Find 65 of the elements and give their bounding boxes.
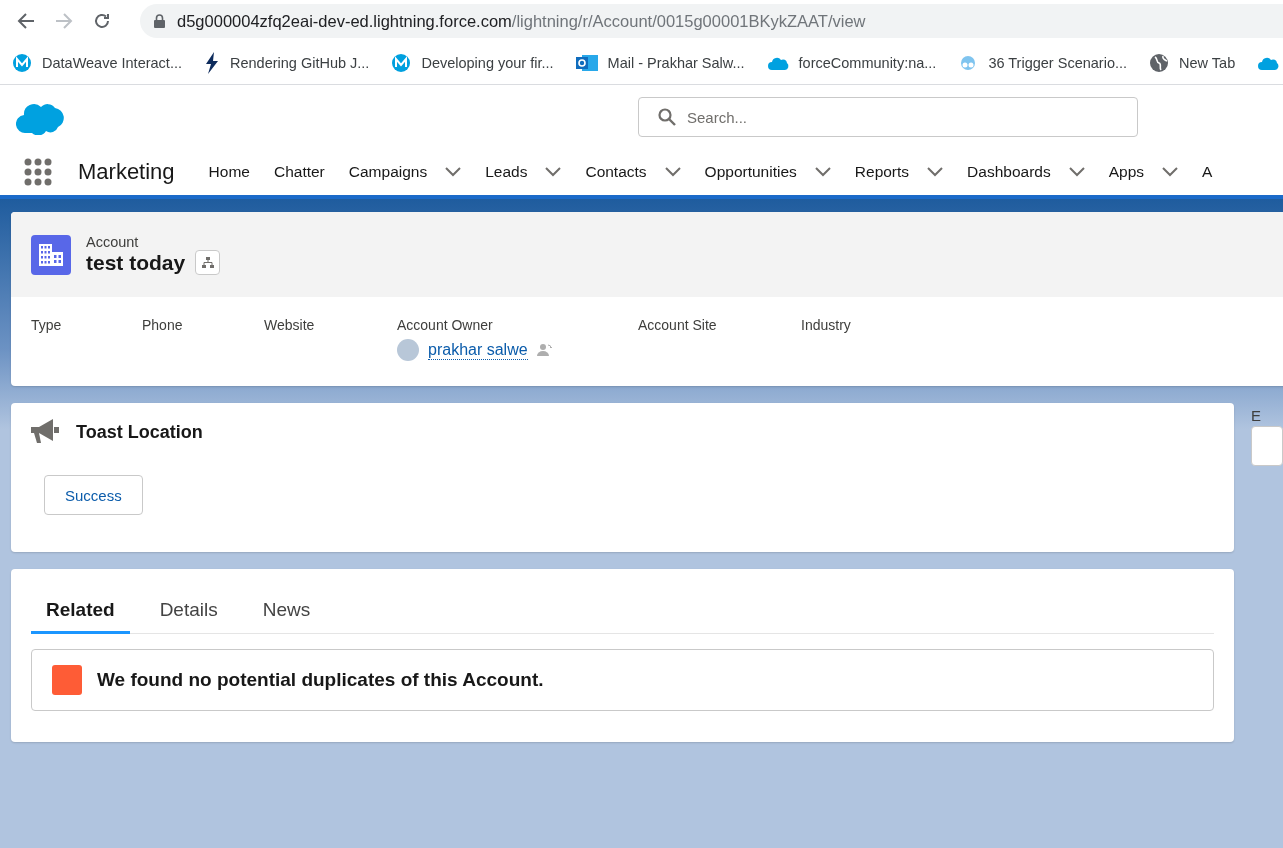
lightning-bolt-icon [203, 52, 220, 74]
field-label: E [1251, 407, 1262, 424]
chevron-down-icon[interactable] [545, 167, 562, 177]
bookmark[interactable]: New Tab [1149, 53, 1236, 73]
search-field[interactable]: Search... [638, 97, 1138, 137]
field-label: Website [264, 317, 316, 333]
mail-icon [575, 53, 598, 73]
nav-tab[interactable]: Dashboards [967, 163, 1085, 181]
app-name: Marketing [78, 159, 175, 185]
card-title: Toast Location [76, 421, 203, 443]
address-bar[interactable]: d5g000004zfq2eai-dev-ed.lightning.force.com/lightning/r/Account/0015g00001BKykZAAT/view [140, 4, 1283, 38]
nav-tab[interactable]: A [1202, 163, 1213, 181]
record-name: test today [86, 250, 186, 275]
bookmark[interactable]: forceCommunity:na... [766, 55, 937, 71]
tab[interactable]: Related [31, 587, 130, 634]
duplicates-message: We found no potential duplicates of this Account. [97, 669, 544, 691]
lock-icon [154, 14, 165, 28]
object-label: Account [86, 234, 140, 250]
bookmark[interactable]: 36 Trigger Scenario... [958, 54, 1128, 72]
app-launcher-icon[interactable] [24, 158, 52, 186]
bookmark[interactable]: DataWeave Interact... [12, 53, 182, 73]
cloud-icon [1257, 55, 1280, 71]
bookmark[interactable]: Mail - Prakhar Salw... [575, 53, 745, 73]
success-button[interactable]: Success [44, 475, 143, 515]
duplicates-icon [52, 665, 82, 695]
building-icon [31, 234, 71, 275]
nav-tab[interactable]: Opportunities [704, 163, 831, 181]
arrow-left-icon [17, 12, 35, 30]
field-label: Industry [801, 317, 852, 333]
chevron-down-icon[interactable] [927, 167, 944, 177]
hierarchy-icon [201, 257, 214, 268]
nav-tab[interactable]: Campaigns [348, 163, 462, 181]
nav-tab[interactable]: Leads [485, 163, 562, 181]
arrow-right-icon [55, 12, 73, 30]
m-logo-icon [391, 53, 412, 73]
chevron-down-icon[interactable] [445, 167, 462, 177]
chevron-down-icon[interactable] [664, 167, 681, 177]
field-label: Account Site [638, 317, 718, 333]
bookmark[interactable] [1257, 55, 1280, 71]
tab[interactable]: News [247, 587, 326, 634]
owner-link[interactable]: prakhar salwe [428, 340, 528, 360]
globe-icon [1149, 53, 1170, 73]
bookmark[interactable]: Developing your fir... [391, 53, 554, 73]
field-label: Type [31, 317, 63, 333]
chevron-down-icon[interactable] [814, 167, 831, 177]
nav-tab[interactable]: Contacts [585, 163, 681, 181]
hierarchy-button[interactable] [195, 250, 221, 275]
tab[interactable]: Details [144, 587, 233, 634]
avatar [397, 339, 419, 361]
nav-tab[interactable]: Reports [854, 163, 944, 181]
bookmark[interactable]: Rendering GitHub J... [203, 52, 370, 74]
cloud-icon [766, 55, 789, 71]
megaphone-icon [31, 419, 59, 445]
field-label: Phone [142, 317, 184, 333]
m-logo-icon [12, 53, 32, 73]
input-field[interactable] [1251, 426, 1283, 466]
chevron-down-icon[interactable] [1162, 167, 1178, 177]
nav-tab[interactable]: Home [208, 163, 250, 181]
nav-tab[interactable]: Chatter [273, 163, 325, 181]
chevron-down-icon[interactable] [1068, 167, 1085, 177]
reload-icon [93, 12, 111, 30]
field-label: Account Owner [397, 317, 494, 333]
nav-tab[interactable]: Apps [1108, 163, 1178, 181]
search-icon [658, 108, 676, 126]
url-text: d5g000004zfq2eai-dev-ed.lightning.force.com/lightning/r/Account/0015g00001BKykZAAT/view [177, 11, 866, 31]
